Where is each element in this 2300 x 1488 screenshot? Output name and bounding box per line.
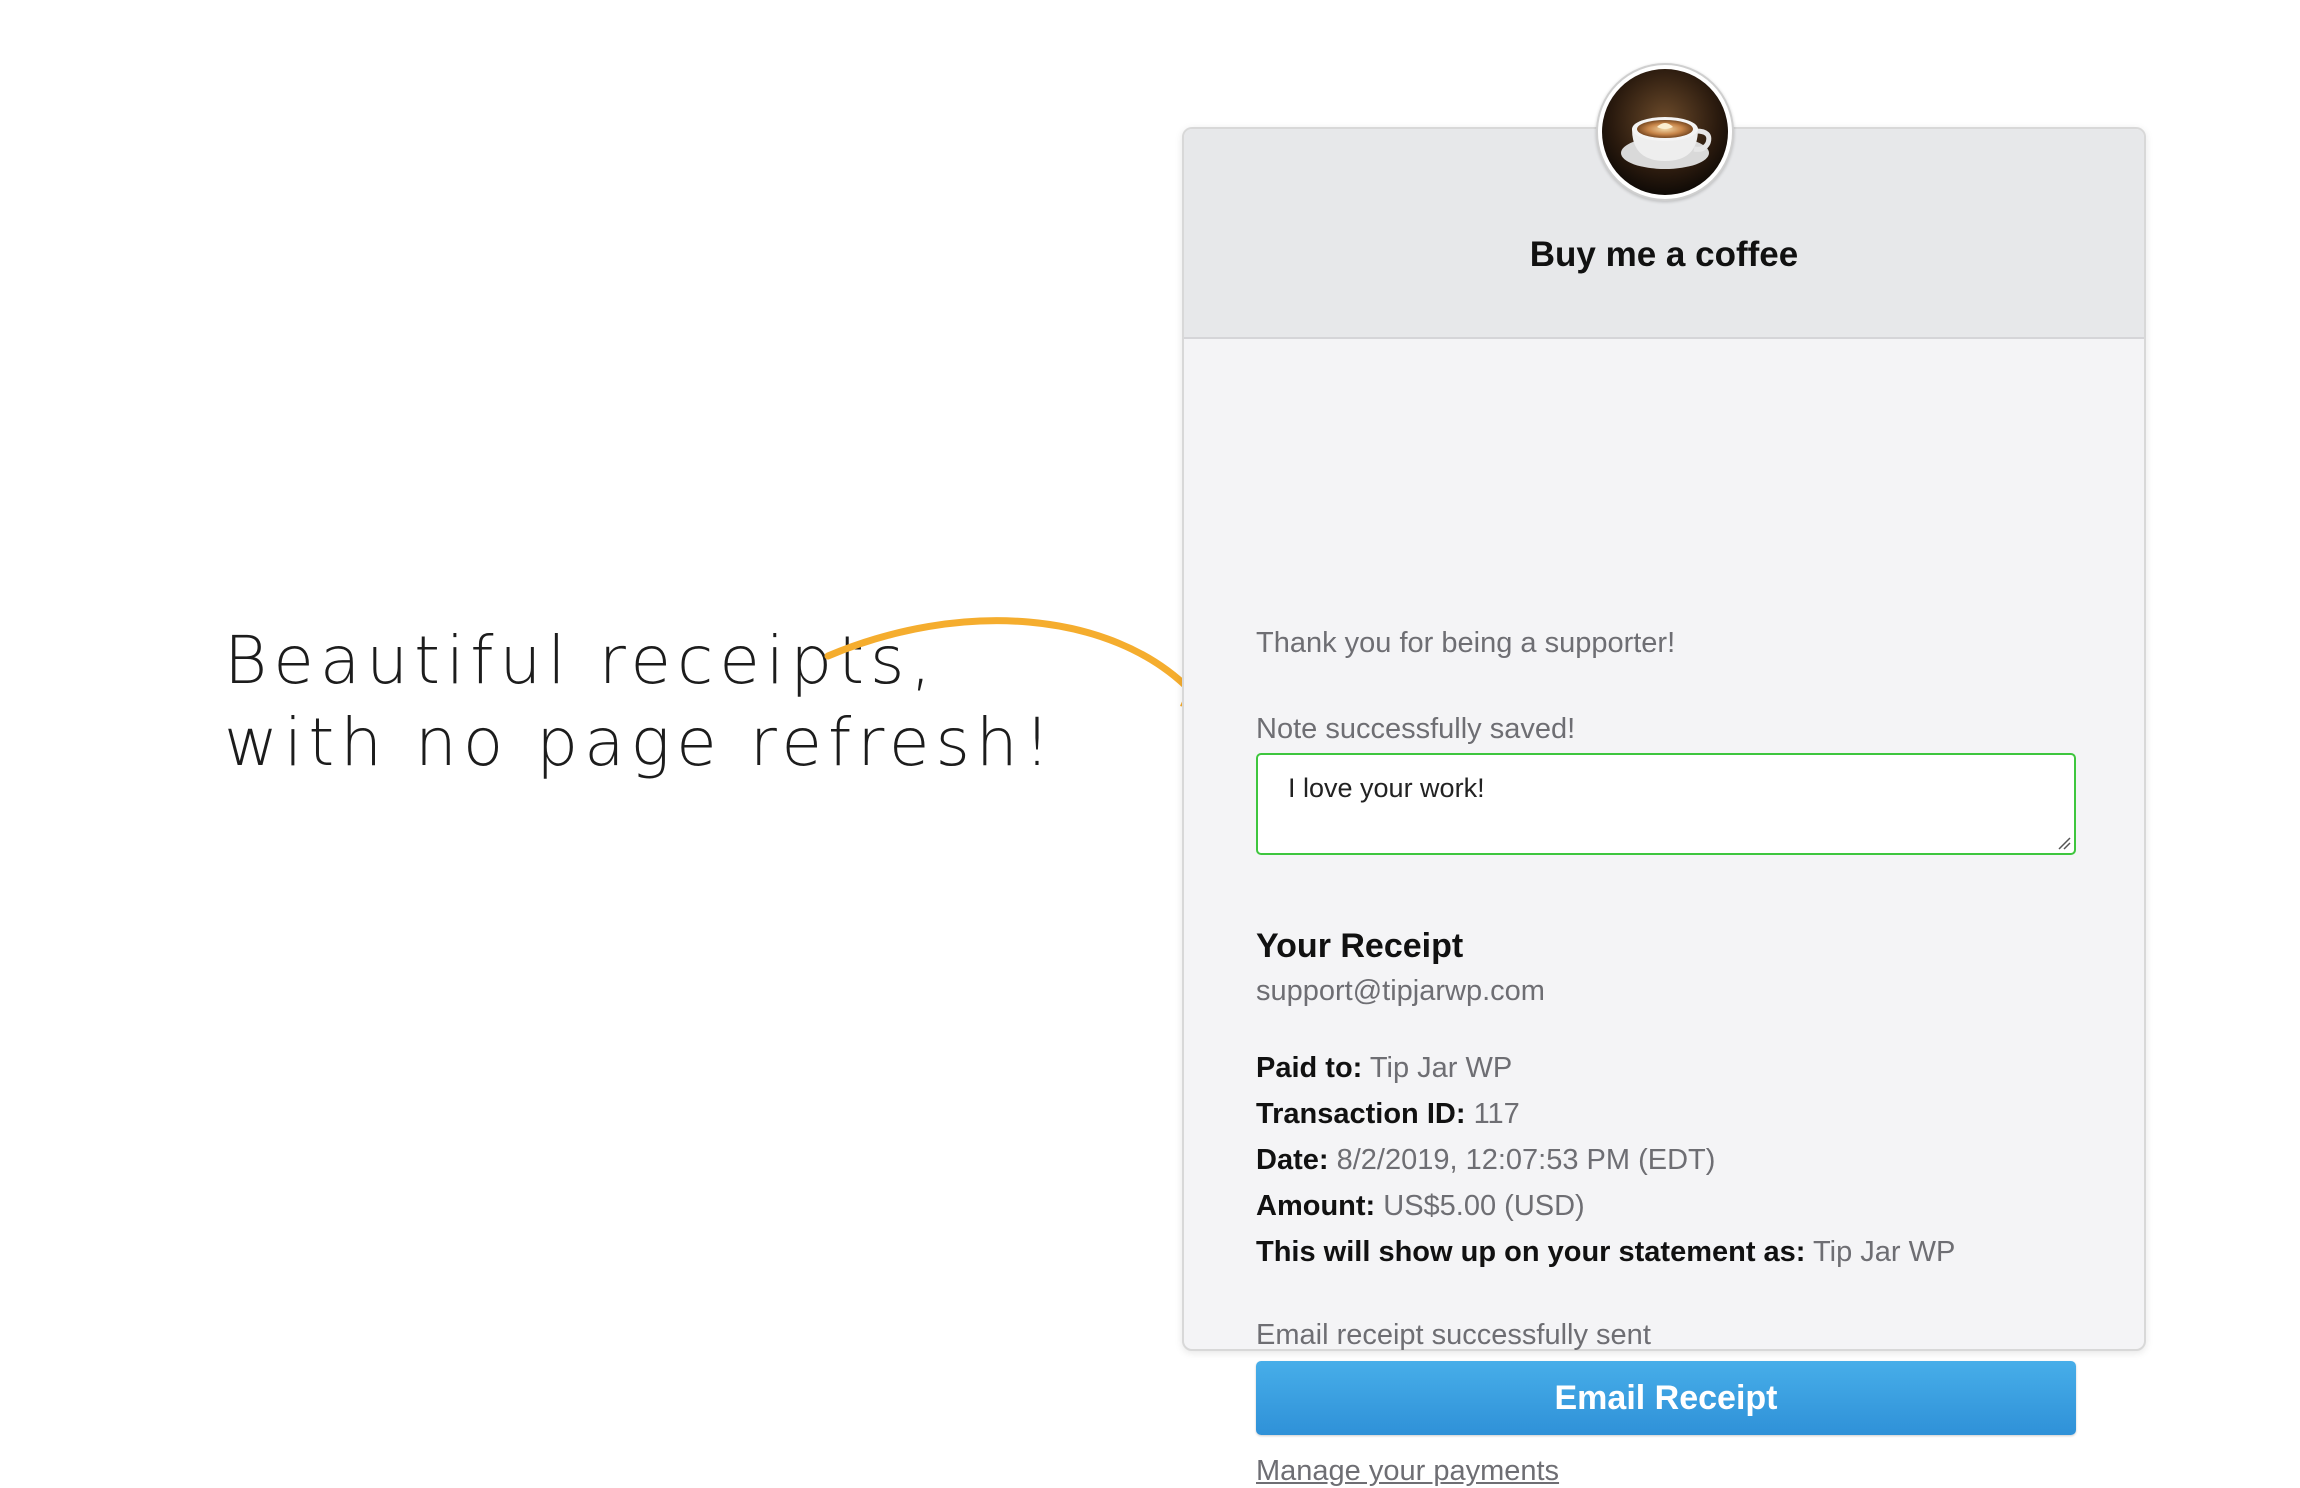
statement-label: This will show up on your statement as:: [1256, 1236, 1806, 1268]
date-row: Date: 8/2/2019, 12:07:53 PM (EDT): [1256, 1137, 1955, 1183]
card-header: Buy me a coffee: [1184, 63, 2144, 339]
paid-to-value: Tip Jar WP: [1369, 1052, 1513, 1084]
transaction-row: Transaction ID: 117: [1256, 1091, 1955, 1137]
resize-grip-icon[interactable]: [2057, 836, 2071, 850]
paid-to-row: Paid to: Tip Jar WP: [1256, 1045, 1955, 1091]
date-label: Date:: [1256, 1144, 1329, 1176]
note-textarea[interactable]: I love your work!: [1256, 753, 2076, 855]
note-status: Note successfully saved!: [1256, 713, 1576, 745]
statement-row: This will show up on your statement as: …: [1256, 1229, 1955, 1275]
transaction-label: Transaction ID:: [1256, 1098, 1466, 1130]
coffee-cup-icon: [1602, 69, 1728, 195]
amount-value: US$5.00 (USD): [1383, 1190, 1585, 1222]
statement-value: Tip Jar WP: [1813, 1236, 1956, 1268]
note-text: I love your work!: [1288, 773, 1485, 803]
amount-label: Amount:: [1256, 1190, 1376, 1222]
email-receipt-button[interactable]: Email Receipt: [1256, 1361, 2076, 1435]
receipt-title: Your Receipt: [1256, 927, 1464, 965]
receipt-card: Buy me a coffee Thank you for being a su…: [1182, 63, 2146, 1487]
transaction-value: 117: [1473, 1098, 1520, 1130]
receipt-email: support@tipjarwp.com: [1256, 975, 1545, 1007]
manage-payments-link[interactable]: Manage your payments: [1256, 1455, 1559, 1488]
thank-you-message: Thank you for being a supporter!: [1256, 627, 1676, 659]
avatar: [1596, 63, 1734, 201]
amount-row: Amount: US$5.00 (USD): [1256, 1183, 1955, 1229]
receipt-details: Paid to: Tip Jar WP Transaction ID: 117 …: [1256, 1045, 1955, 1275]
email-status: Email receipt successfully sent: [1256, 1319, 1651, 1351]
paid-to-label: Paid to:: [1256, 1052, 1363, 1084]
date-value: 8/2/2019, 12:07:53 PM (EDT): [1336, 1144, 1716, 1176]
card-title: Buy me a coffee: [1529, 235, 1799, 274]
